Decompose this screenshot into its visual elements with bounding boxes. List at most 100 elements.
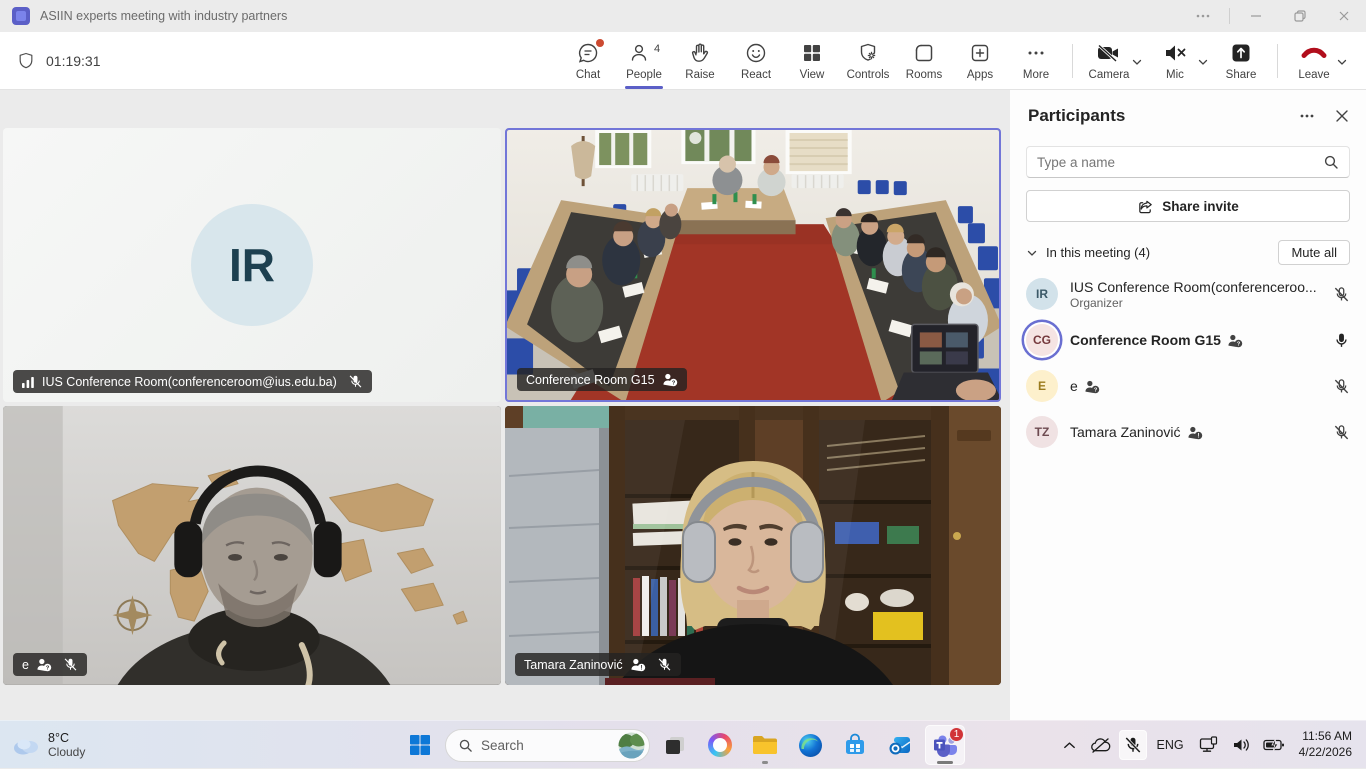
raise-hand-button[interactable]: Raise: [672, 32, 728, 89]
react-icon: [744, 41, 768, 65]
edge-icon: [798, 733, 823, 758]
participant-video-tamara: [505, 406, 1001, 685]
more-button[interactable]: More: [1008, 32, 1064, 89]
teams-button[interactable]: 1: [925, 725, 965, 765]
window-minimize-button[interactable]: [1234, 0, 1278, 32]
leave-button[interactable]: Leave: [1286, 41, 1342, 81]
search-highlight-thumbnail[interactable]: [618, 732, 645, 759]
participant-row-ius[interactable]: IR IUS Conference Room(conferenceroo... …: [1010, 271, 1366, 317]
rooms-button[interactable]: Rooms: [896, 32, 952, 89]
tray-language-button[interactable]: ENG: [1150, 738, 1191, 752]
share-invite-button[interactable]: Share invite: [1026, 190, 1350, 222]
camera-button[interactable]: Camera: [1081, 41, 1137, 81]
taskbar-search-input[interactable]: [481, 738, 610, 753]
share-screen-icon: [1229, 41, 1253, 65]
start-button[interactable]: [400, 725, 440, 765]
view-label: View: [800, 69, 825, 81]
tray-date: 4/22/2026: [1299, 745, 1352, 761]
weather-widget[interactable]: 8°C Cloudy: [12, 731, 85, 759]
chat-notification-dot: [596, 39, 604, 47]
participant-search-field[interactable]: [1026, 146, 1350, 178]
video-tile-tamara[interactable]: Tamara Zaninović !: [505, 406, 1001, 685]
view-button[interactable]: View: [784, 32, 840, 89]
outlook-button[interactable]: [880, 725, 920, 765]
tray-battery-button[interactable]: [1258, 732, 1290, 758]
taskbar-search-box[interactable]: [445, 729, 650, 762]
signal-strength-icon: [22, 376, 35, 388]
controls-button[interactable]: Controls: [840, 32, 896, 89]
task-view-icon: [663, 733, 687, 757]
mic-off-icon[interactable]: [1333, 378, 1350, 395]
avatar: E: [1026, 370, 1058, 402]
chevron-down-icon[interactable]: [1026, 247, 1038, 259]
mic-button[interactable]: Mic: [1147, 41, 1203, 81]
chat-button[interactable]: Chat: [560, 32, 616, 89]
panel-more-button[interactable]: [1298, 107, 1316, 125]
mic-label: Mic: [1166, 69, 1184, 81]
search-icon: [458, 738, 473, 753]
window-restore-icon: [1293, 9, 1307, 23]
participant-video-e: [3, 406, 501, 685]
react-button[interactable]: React: [728, 32, 784, 89]
more-icon: [1298, 107, 1316, 125]
task-view-button[interactable]: [655, 725, 695, 765]
people-label: People: [626, 69, 662, 81]
tray-onedrive-paused-button[interactable]: [1085, 731, 1116, 760]
rooms-label: Rooms: [906, 69, 942, 81]
video-tile-e[interactable]: e ?: [3, 406, 501, 685]
participant-name-pill: IUS Conference Room(conferenceroom@ius.e…: [13, 370, 372, 393]
teams-logo-icon: [12, 7, 30, 25]
participant-name-pill: Tamara Zaninović !: [515, 653, 681, 676]
mic-on-icon[interactable]: [1333, 332, 1350, 349]
person-alert-icon: !: [1187, 425, 1203, 440]
chevron-up-icon: [1062, 738, 1077, 753]
mute-all-button[interactable]: Mute all: [1278, 240, 1350, 265]
participant-search-input[interactable]: [1037, 155, 1323, 170]
store-icon: [843, 733, 867, 757]
svg-text:!: !: [640, 665, 642, 672]
tray-show-hidden-icons-button[interactable]: [1057, 732, 1082, 759]
window-close-button[interactable]: [1322, 0, 1366, 32]
store-button[interactable]: [835, 725, 875, 765]
raise-hand-icon: [688, 41, 712, 65]
panel-title: Participants: [1028, 106, 1125, 126]
avatar-speaking: CG: [1026, 324, 1058, 356]
video-tile-ius-room[interactable]: IR IUS Conference Room(conferenceroom@iu…: [3, 128, 501, 402]
mic-off-icon[interactable]: [1333, 286, 1350, 303]
camera-off-icon: [1095, 41, 1123, 65]
tray-clock[interactable]: 11:56 AM 4/22/2026: [1293, 729, 1358, 760]
more-label: More: [1023, 69, 1049, 81]
copilot-button[interactable]: [700, 725, 740, 765]
controls-label: Controls: [847, 69, 890, 81]
participant-row-cg[interactable]: CG Conference Room G15 ?: [1010, 317, 1366, 363]
panel-close-button[interactable]: [1334, 108, 1350, 124]
mic-off-icon[interactable]: [1333, 424, 1350, 441]
window-restore-button[interactable]: [1278, 0, 1322, 32]
window-more-button[interactable]: [1181, 0, 1225, 32]
shield-icon: [16, 51, 36, 71]
raise-label: Raise: [685, 69, 714, 81]
participant-role: Organizer: [1070, 296, 1317, 310]
tray-mic-muted-button[interactable]: [1119, 730, 1147, 760]
participant-row-e[interactable]: E e ?: [1010, 363, 1366, 409]
video-tile-conference-room-g15[interactable]: Conference Room G15 ?: [505, 128, 1001, 402]
edge-button[interactable]: [790, 725, 830, 765]
share-button[interactable]: Share: [1213, 32, 1269, 89]
tray-network-button[interactable]: [1194, 730, 1224, 760]
tray-volume-button[interactable]: [1227, 731, 1255, 759]
apps-button[interactable]: Apps: [952, 32, 1008, 89]
mic-off-icon: [348, 374, 363, 389]
file-explorer-button[interactable]: [745, 725, 785, 765]
title-bar: ASIIN experts meeting with industry part…: [0, 0, 1366, 32]
weather-temp: 8°C: [48, 731, 85, 745]
view-icon: [800, 41, 824, 65]
participants-panel: Participants Share invite In this meetin…: [1010, 90, 1366, 720]
chat-label: Chat: [576, 69, 600, 81]
participant-name: Tamara Zaninović: [1070, 424, 1181, 440]
meeting-toolbar: 01:19:31 Chat 4 People Raise React View: [0, 32, 1366, 90]
mic-muted-icon: [1162, 41, 1188, 65]
participant-row-tamara[interactable]: TZ Tamara Zaninović !: [1010, 409, 1366, 455]
svg-text:?: ?: [46, 665, 50, 671]
people-button[interactable]: 4 People: [616, 32, 672, 89]
svg-text:?: ?: [671, 380, 675, 386]
